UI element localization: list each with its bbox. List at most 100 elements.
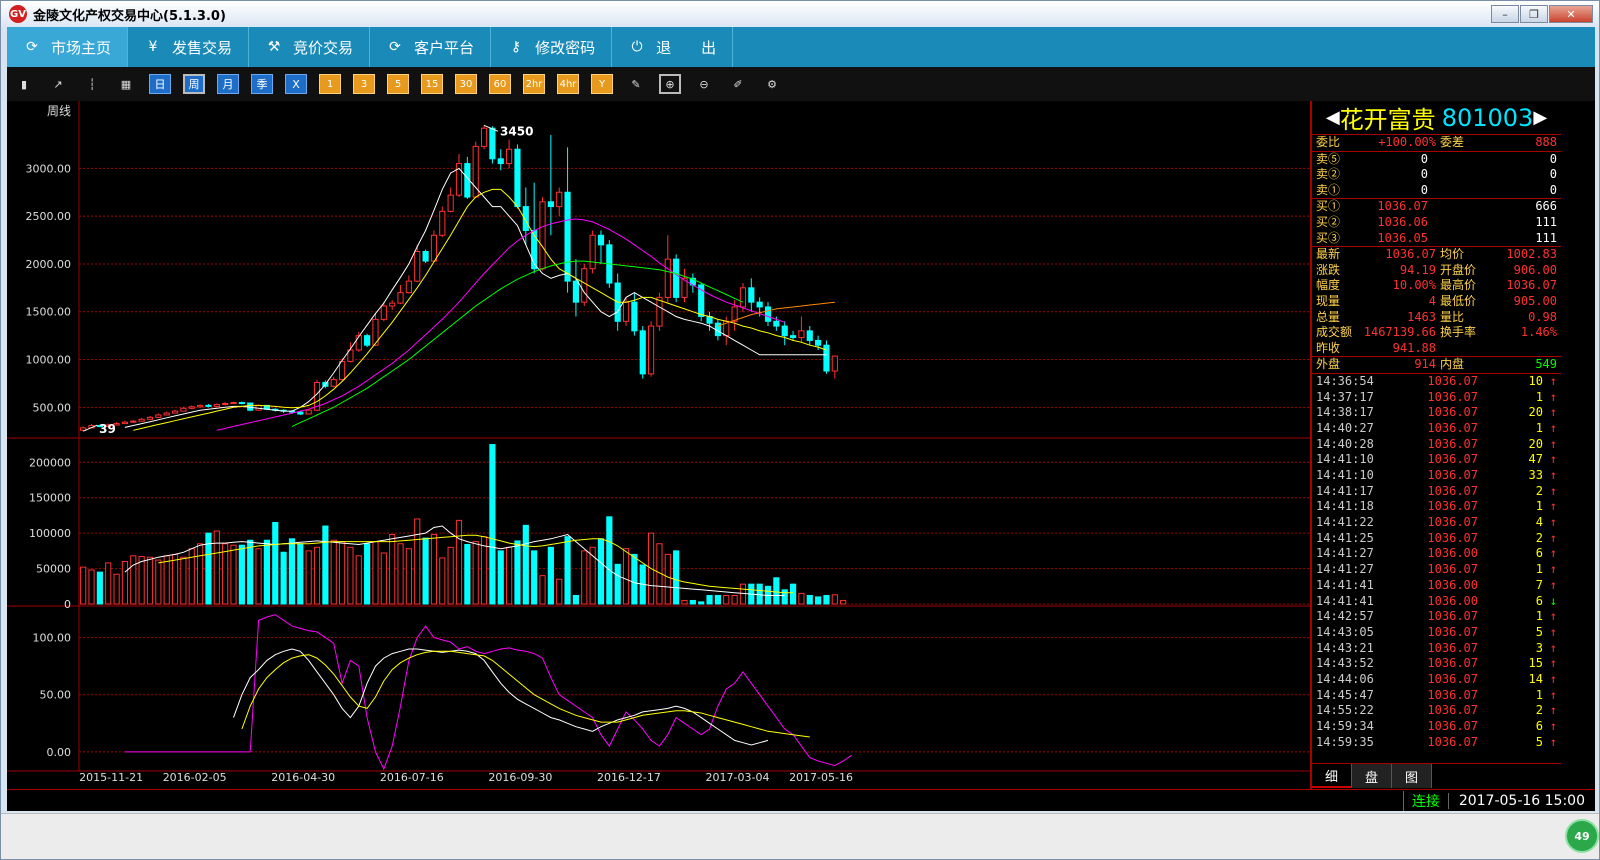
x-tick-label: 2016-09-30 — [488, 771, 552, 784]
up-arrow-icon: ↑ — [1549, 640, 1557, 655]
volume-bar — [280, 551, 287, 605]
nav-button-3[interactable]: ⟳ 客户平台 — [370, 27, 492, 67]
period-month-button[interactable]: 月 — [217, 74, 239, 94]
period-60min-button[interactable]: 60 — [489, 74, 511, 94]
period-quarter-button[interactable]: 季 — [251, 74, 273, 94]
candlestick-icon[interactable]: ┆ — [81, 74, 103, 94]
candle — [756, 301, 763, 308]
up-arrow-icon: ↑ — [1549, 671, 1557, 686]
candle — [155, 414, 162, 418]
volume-bar — [472, 541, 479, 605]
volume-bar — [372, 541, 379, 605]
quote-tab-2[interactable]: 图 — [1392, 764, 1432, 788]
next-arrow-icon[interactable]: ▶ — [1533, 107, 1547, 128]
nav-button-1[interactable]: ¥ 发售交易 — [128, 27, 250, 67]
volume-bar — [455, 519, 463, 605]
tick-row: 14:59:34 1036.07 6 ↑ — [1316, 719, 1557, 734]
prev-arrow-icon[interactable]: ◀ — [1326, 107, 1340, 128]
volume-bar — [556, 578, 563, 605]
period-3min-button[interactable]: 3 — [353, 74, 375, 94]
stats-box: 最新 1036.07 均价 1002.83 涨跌 94.19 开盘价 906.00 幅度 10.0… — [1312, 247, 1561, 358]
minimize-button[interactable]: – — [1491, 5, 1519, 23]
volume-bar — [121, 560, 129, 605]
period-custom-button[interactable]: X — [285, 74, 307, 94]
weibi-row: 委比 +100.00% 委差 888 — [1316, 135, 1557, 149]
calendar-icon[interactable]: ▦ — [115, 74, 137, 94]
candle — [439, 210, 446, 236]
candle — [422, 251, 429, 262]
volume-bar — [414, 518, 421, 605]
period-30min-button[interactable]: 30 — [455, 74, 477, 94]
nav-button-4[interactable]: ⚷ 修改密码 — [491, 27, 613, 67]
zoom-out-icon[interactable]: ⊖ — [693, 74, 715, 94]
candle — [781, 325, 788, 337]
product-name: 花开富贵 — [1339, 106, 1436, 134]
volume-bar — [380, 552, 387, 605]
nav-label: 修改密码 — [535, 38, 596, 57]
close-button[interactable]: ✕ — [1549, 5, 1593, 23]
nav-label: 竞价交易 — [293, 38, 354, 57]
volume-bar — [171, 553, 179, 605]
candle — [171, 410, 179, 414]
volume-bar — [756, 583, 763, 605]
volume-bar — [163, 555, 170, 605]
edit-icon[interactable]: ✐ — [727, 74, 749, 94]
gavel-icon: ⚒ — [267, 39, 281, 55]
nav-button-5[interactable]: ⏻ 退 出 — [612, 27, 734, 67]
status-bar: 连接 2017-05-16 15:00 — [7, 789, 1595, 811]
candle — [764, 306, 772, 322]
volume-bar — [823, 594, 830, 605]
period-5min-button[interactable]: 5 — [387, 74, 409, 94]
bar-chart-icon[interactable]: ▮ — [13, 74, 35, 94]
period-15min-button[interactable]: 15 — [421, 74, 443, 94]
quote-tab-1[interactable]: 盘 — [1352, 764, 1392, 788]
candle — [163, 412, 170, 416]
book-row: 买③ 1036.05 111 — [1316, 230, 1557, 245]
maximize-button[interactable]: ❐ — [1520, 5, 1548, 23]
draw-icon[interactable]: ✎ — [625, 74, 647, 94]
period-1min-button[interactable]: 1 — [319, 74, 341, 94]
period-week-button[interactable]: 周 — [183, 74, 205, 94]
volume-bar — [330, 539, 337, 605]
volume-bar — [155, 559, 162, 605]
candle — [539, 201, 546, 270]
kline-chart[interactable]: 周线 3000.00 2500.00 2000.00 1500.00 1000.00 500… — [7, 101, 1311, 789]
candle — [188, 406, 195, 409]
candle — [447, 194, 454, 212]
period-2hr-button[interactable]: 2hr — [523, 74, 545, 94]
volume-bar — [247, 539, 254, 605]
candle — [647, 325, 655, 375]
tick-row: 14:59:35 1036.07 5 ↑ — [1316, 734, 1557, 749]
period-4hr-button[interactable]: 4hr — [557, 74, 579, 94]
volume-bar — [288, 538, 296, 605]
chart-pane[interactable]: 周线 3000.00 2500.00 2000.00 1500.00 1000.00 500… — [7, 101, 1311, 789]
volume-bar — [714, 594, 721, 605]
nav-button-0[interactable]: ⟳ 市场主页 — [7, 27, 129, 67]
candle — [330, 379, 337, 387]
volume-bar — [405, 548, 412, 605]
x-tick-label: 2016-07-16 — [380, 771, 444, 784]
notification-badge[interactable]: 49 — [1565, 819, 1599, 853]
tick-row: 14:40:27 1036.07 1 ↑ — [1316, 420, 1557, 435]
nav-button-2[interactable]: ⚒ 竞价交易 — [249, 27, 371, 67]
stat-row: 现量 4 最低价 905.00 — [1316, 293, 1557, 308]
product-code: 801003 — [1441, 103, 1534, 132]
zoom-in-icon[interactable]: ⊕ — [659, 74, 681, 94]
candle — [205, 404, 212, 407]
quote-tab-0[interactable]: 细 — [1312, 764, 1352, 788]
tick-row: 14:43:21 1036.07 3 ↑ — [1316, 640, 1557, 655]
book-row: 卖② 0 0 — [1316, 167, 1557, 182]
volume-bar — [255, 548, 262, 605]
volume-bar — [664, 553, 671, 605]
tick-row: 14:55:22 1036.07 2 ↑ — [1316, 703, 1557, 718]
volume-bar — [222, 543, 229, 605]
volume-bar — [731, 594, 738, 605]
line-chart-icon[interactable]: ↗ — [47, 74, 69, 94]
period-year-button[interactable]: Y — [591, 74, 613, 94]
quote-tabs: 细盘图 — [1312, 763, 1562, 788]
y-tick-label: 2500.00 — [26, 210, 72, 223]
settings-icon[interactable]: ⚙ — [761, 74, 783, 94]
period-day-button[interactable]: 日 — [149, 74, 171, 94]
tick-row: 14:41:10 1036.07 47 ↑ — [1316, 452, 1557, 467]
y-tick-label: 0.00 — [47, 746, 72, 759]
